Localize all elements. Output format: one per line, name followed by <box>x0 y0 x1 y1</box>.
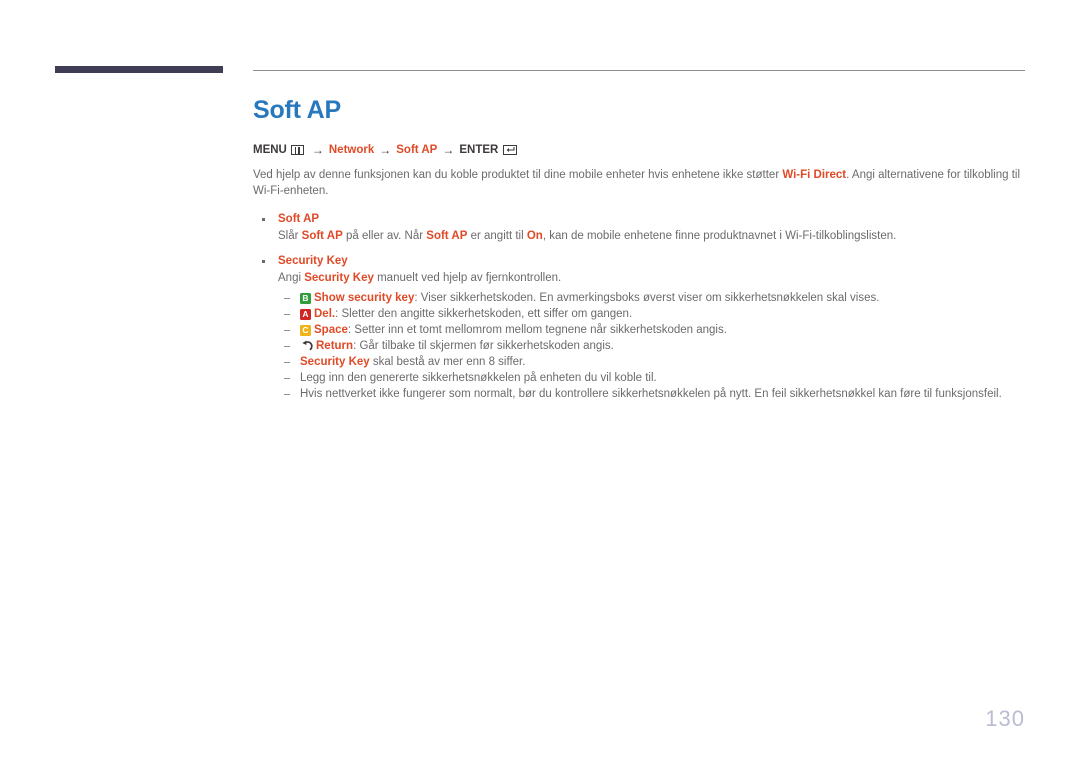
key-b-green-icon: B <box>300 293 311 304</box>
sub-item-2-bold: Space <box>314 324 348 336</box>
sub-item-space: C Space: Setter inn et tomt mellomrom mel… <box>278 322 1025 338</box>
enter-key-icon <box>503 145 518 155</box>
page-content: Soft AP MENU → Network → Soft AP → ENTER Ved h… <box>253 95 1025 410</box>
page-number: 130 <box>985 706 1025 731</box>
security-key-bold-1: Security Key <box>304 272 374 284</box>
bullet-body-soft-ap: Slår Soft AP på eller av. Når Soft AP er… <box>253 228 1025 245</box>
sub-item-network-troubleshoot: Hvis nettverket ikke fungerer som normal… <box>278 386 1025 402</box>
header-thick-rule <box>55 66 223 73</box>
settings-list: Soft AP Slår Soft AP på eller av. Når So… <box>253 211 1025 402</box>
soft-ap-text-1: Slår <box>278 230 302 242</box>
soft-ap-bold-on: On <box>526 230 543 242</box>
sub-item-3-bold: Return <box>316 340 354 352</box>
breadcrumb-step-soft-ap: Soft AP <box>396 144 438 156</box>
sub-item-4-bold: Security Key <box>300 356 370 368</box>
return-arrow-icon <box>300 340 313 351</box>
key-c-yellow-icon: C <box>300 325 311 336</box>
menu-label: MENU <box>253 144 287 156</box>
soft-ap-bold-1: Soft AP <box>301 230 343 242</box>
page-header-rules <box>0 66 1080 78</box>
enter-label: ENTER <box>459 144 499 156</box>
intro-paragraph: Ved hjelp av denne funksjonen kan du kob… <box>253 167 1025 199</box>
sub-item-enter-key-on-device: Legg inn den genererte sikkerhetsnøkkele… <box>278 370 1025 386</box>
soft-ap-text-4: , kan de mobile enhetene finne produktna… <box>542 230 897 242</box>
sub-item-key-length: Security Key skal bestå av mer enn 8 sif… <box>278 354 1025 370</box>
bullet-title-soft-ap: Soft AP <box>253 211 1025 227</box>
sub-item-0-text: : Viser sikkerhetskoden. En avmerkingsbo… <box>414 292 880 304</box>
security-key-text-1: Angi <box>278 272 305 284</box>
breadcrumb-arrow-3: → <box>442 143 455 157</box>
sub-item-4-text: skal bestå av mer enn 8 siffer. <box>369 356 526 368</box>
soft-ap-text-3: er angitt til <box>467 230 527 242</box>
breadcrumb-arrow-1: → <box>311 143 324 157</box>
sub-item-5-text: Legg inn den genererte sikkerhetsnøkkele… <box>300 372 657 384</box>
security-key-text-2: manuelt ved hjelp av fjernkontrollen. <box>373 272 562 284</box>
security-key-sub-list: B Show security key: Viser sikkerhetskode… <box>253 290 1025 402</box>
soft-ap-text-2: på eller av. Når <box>342 230 427 242</box>
list-item-security-key: Security Key Angi Security Key manuelt v… <box>253 253 1025 402</box>
sub-item-return: Return: Går tilbake til skjermen før sik… <box>278 338 1025 354</box>
sub-item-3-text: : Går tilbake til skjermen før sikkerhet… <box>353 340 614 352</box>
key-a-red-icon: A <box>300 309 311 320</box>
soft-ap-bold-2: Soft AP <box>426 230 468 242</box>
intro-text-1: Ved hjelp av denne funksjonen kan du kob… <box>253 169 783 181</box>
breadcrumb-step-network: Network <box>328 144 375 156</box>
bullet-title-security-key: Security Key <box>253 253 1025 269</box>
header-thin-rule <box>253 70 1025 71</box>
sub-item-0-bold: Show security key <box>314 292 415 304</box>
page-title: Soft AP <box>253 96 341 124</box>
breadcrumb-arrow-2: → <box>379 143 392 157</box>
list-item-soft-ap: Soft AP Slår Soft AP på eller av. Når So… <box>253 211 1025 245</box>
sub-item-del: A Del.: Sletter den angitte sikkerhetskod… <box>278 306 1025 322</box>
sub-item-1-text: : Sletter den angitte sikkerhetskoden, e… <box>335 308 633 320</box>
sub-item-6-text: Hvis nettverket ikke fungerer som normal… <box>300 388 1002 400</box>
menu-path-breadcrumb: MENU → Network → Soft AP → ENTER <box>253 143 1025 157</box>
sub-item-2-text: : Setter inn et tomt mellomrom mellom te… <box>347 324 727 336</box>
menu-grid-icon <box>290 145 304 155</box>
sub-item-show-security-key: B Show security key: Viser sikkerhetskode… <box>278 290 1025 306</box>
intro-bold-wifi-direct: Wi-Fi Direct <box>782 169 847 181</box>
bullet-body-security-key: Angi Security Key manuelt ved hjelp av f… <box>253 270 1025 287</box>
sub-item-1-bold: Del. <box>314 308 336 320</box>
